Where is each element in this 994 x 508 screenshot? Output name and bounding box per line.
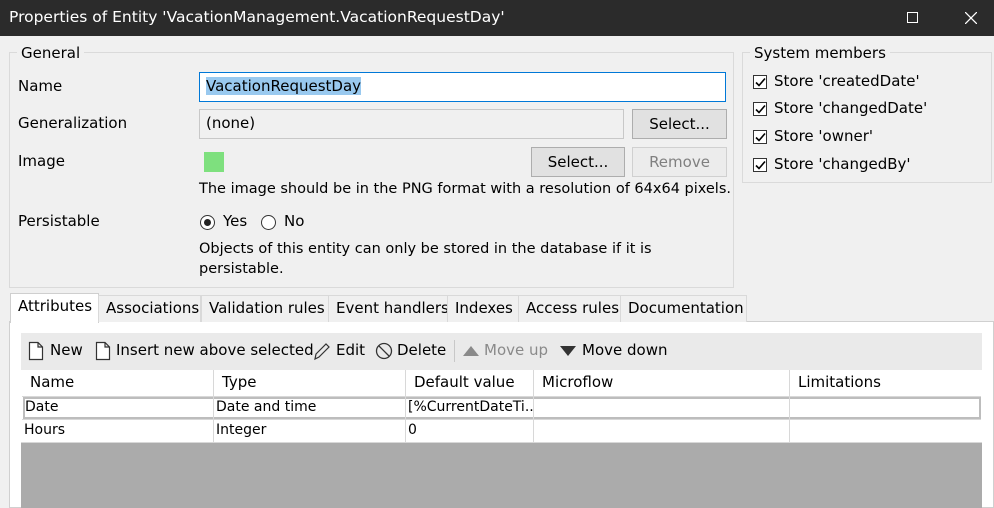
- table-cell[interactable]: [790, 420, 980, 442]
- persistable-no-label: No: [284, 212, 305, 230]
- delete-button[interactable]: Delete: [375, 341, 447, 361]
- radio-selected-dot: [204, 219, 211, 226]
- table-cell[interactable]: Date: [23, 397, 214, 419]
- table-cell[interactable]: Date and time: [214, 397, 406, 419]
- persistable-hint-line2: persistable.: [199, 261, 284, 277]
- table-cell[interactable]: Hours: [22, 420, 214, 442]
- tab-attributes[interactable]: Attributes: [10, 293, 99, 323]
- image-remove-button[interactable]: Remove: [632, 147, 727, 177]
- move-up-button[interactable]: Move up: [462, 341, 552, 361]
- column-header-default-value[interactable]: Default value: [406, 370, 534, 396]
- tab-documentation[interactable]: Documentation: [620, 295, 747, 322]
- table-cell[interactable]: [790, 397, 980, 419]
- close-button[interactable]: [948, 0, 994, 36]
- image-select-button[interactable]: Select...: [531, 147, 625, 177]
- store-owner-checkbox[interactable]: [753, 130, 767, 144]
- store-changed-date-label: Store 'changedDate': [774, 99, 928, 117]
- window-title: Properties of Entity 'VacationManagement…: [9, 8, 505, 26]
- checkmark-icon: [755, 77, 766, 87]
- name-input[interactable]: VacationRequestDay: [199, 72, 726, 102]
- image-label: Image: [18, 152, 65, 170]
- checkmark-icon: [755, 160, 766, 170]
- checkmark-icon: [755, 132, 766, 142]
- move-down-button[interactable]: Move down: [559, 341, 674, 361]
- pencil-icon: [314, 343, 330, 361]
- tab-validation-rules[interactable]: Validation rules: [201, 295, 329, 322]
- column-header-name[interactable]: Name: [22, 370, 214, 396]
- generalization-label: Generalization: [18, 114, 128, 132]
- insert-above-button[interactable]: Insert new above selected: [95, 341, 314, 361]
- persistable-yes-label: Yes: [223, 212, 248, 230]
- persistable-label: Persistable: [18, 212, 100, 230]
- name-label: Name: [18, 77, 63, 95]
- image-swatch: [204, 152, 224, 172]
- store-created-date-checkbox[interactable]: [753, 75, 767, 89]
- table-cell[interactable]: [534, 397, 790, 419]
- table-cell[interactable]: [%CurrentDateTi...: [406, 397, 534, 419]
- triangle-up-icon: [463, 346, 479, 356]
- maximize-button[interactable]: [890, 0, 936, 36]
- toolbar-separator: [454, 340, 455, 362]
- generalization-select-button[interactable]: Select...: [632, 109, 727, 139]
- generalization-value: (none): [206, 114, 256, 132]
- triangle-down-icon: [560, 346, 576, 356]
- title-bar: Properties of Entity 'VacationManagement…: [0, 0, 994, 36]
- table-cell[interactable]: [534, 420, 790, 442]
- tab-indexes[interactable]: Indexes: [447, 295, 519, 322]
- table-cell[interactable]: 0: [406, 420, 534, 442]
- store-changed-date-checkbox[interactable]: [753, 102, 767, 116]
- name-value: VacationRequestDay: [206, 77, 362, 95]
- persistable-hint-line1: Objects of this entity can only be store…: [199, 241, 652, 257]
- store-created-date-label: Store 'createdDate': [774, 72, 920, 90]
- column-header-limitations[interactable]: Limitations: [790, 370, 981, 396]
- checkmark-icon: [755, 104, 766, 114]
- image-hint: The image should be in the PNG format wi…: [199, 181, 732, 197]
- edit-button[interactable]: Edit: [313, 341, 368, 361]
- maximize-icon: [907, 12, 918, 23]
- column-header-type[interactable]: Type: [214, 370, 406, 396]
- close-icon: [965, 12, 977, 24]
- general-legend: General: [17, 44, 85, 62]
- delete-icon: [375, 342, 393, 360]
- generalization-field: (none): [199, 109, 624, 139]
- column-header-microflow[interactable]: Microflow: [534, 370, 790, 396]
- persistable-yes-radio[interactable]: [200, 215, 215, 230]
- store-owner-label: Store 'owner': [774, 127, 874, 145]
- table-cell[interactable]: Integer: [214, 420, 406, 442]
- new-document-icon: [28, 341, 44, 361]
- system-members-legend: System members: [750, 44, 890, 62]
- store-changed-by-label: Store 'changedBy': [774, 155, 911, 173]
- persistable-no-radio[interactable]: [261, 215, 276, 230]
- new-document-icon: [95, 341, 111, 361]
- new-button[interactable]: New: [28, 341, 84, 361]
- store-changed-by-checkbox[interactable]: [753, 158, 767, 172]
- tab-associations[interactable]: Associations: [98, 295, 201, 322]
- tab-event-handlers[interactable]: Event handlers: [328, 295, 449, 322]
- tab-access-rules[interactable]: Access rules: [518, 295, 621, 322]
